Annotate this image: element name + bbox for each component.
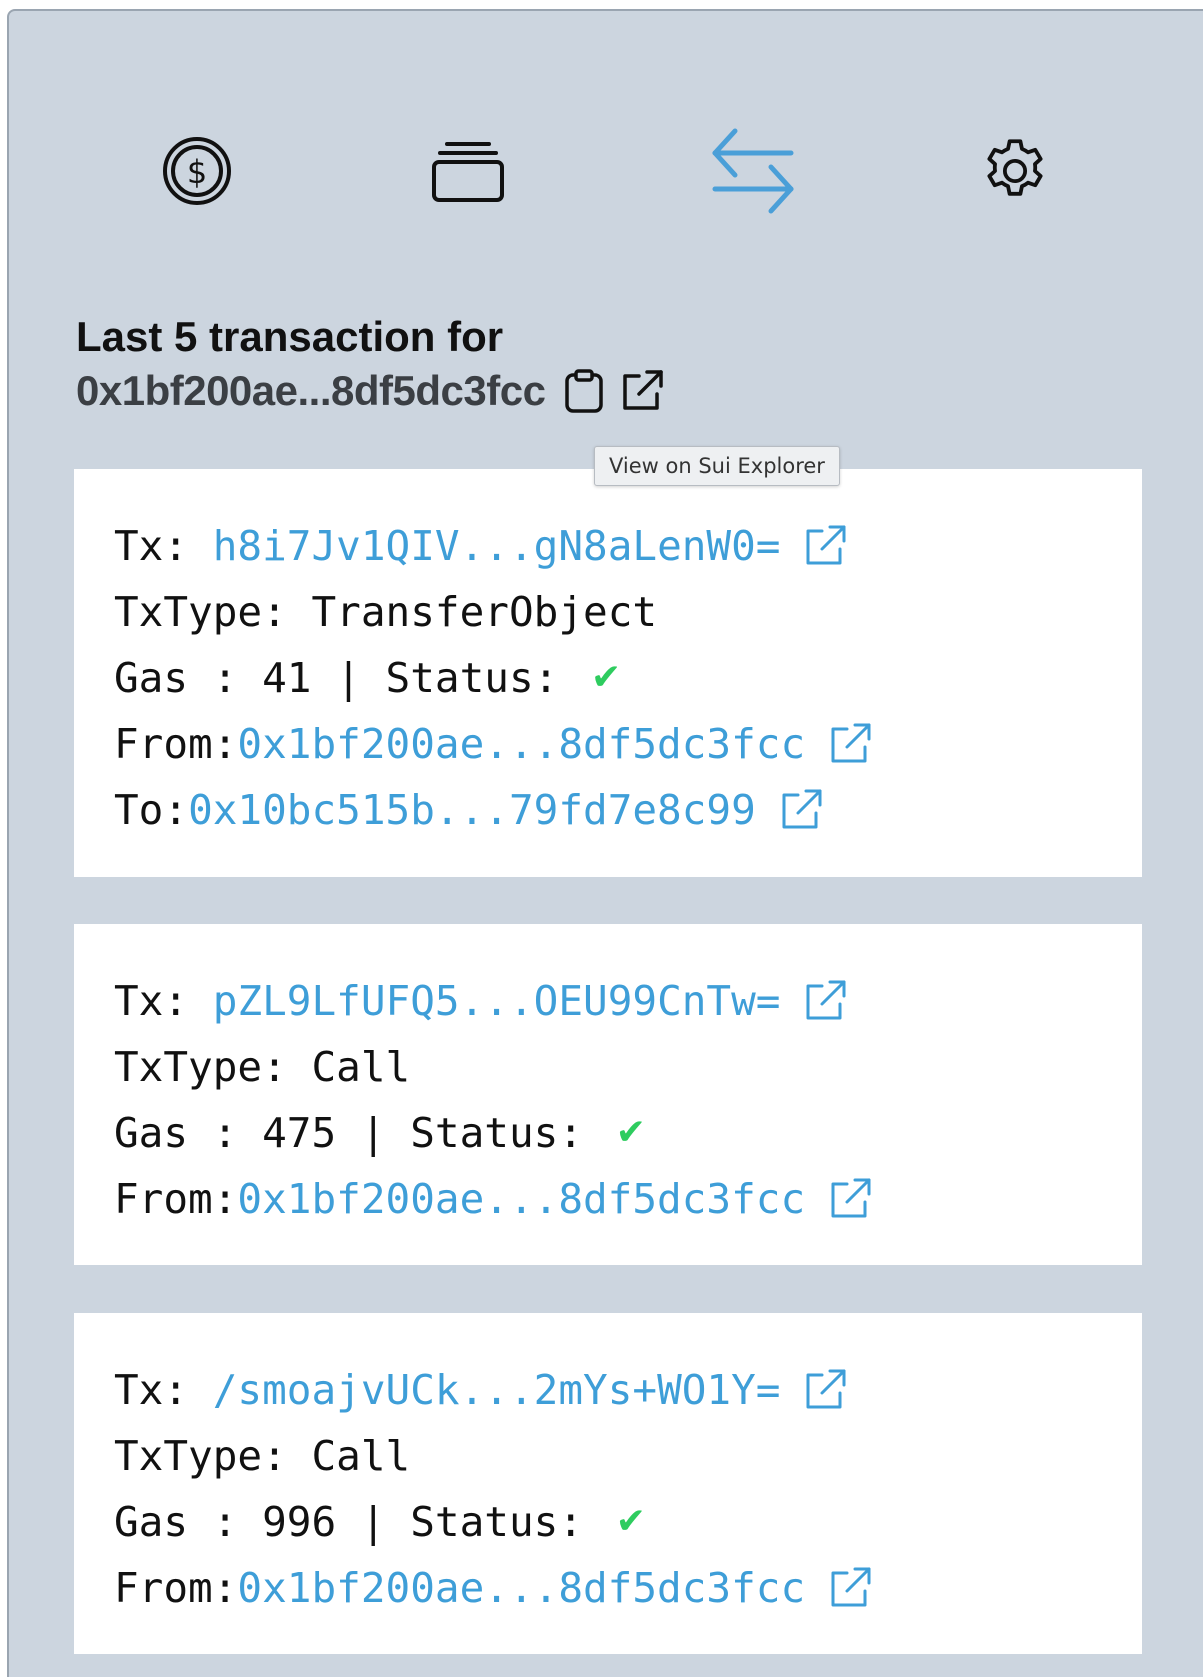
gas-label: Gas : [114,1109,263,1157]
from-label: From: [114,1564,238,1612]
tx-hash-row: Tx: /smoajvUCk...2mYs+WO1Y= [114,1357,1142,1423]
to-address-link[interactable]: 0x10bc515b...79fd7e8c99 [188,777,756,843]
from-address-link[interactable]: 0x1bf200ae...8df5dc3fcc [237,1555,805,1621]
tx-from-row: From: 0x1bf200ae...8df5dc3fcc [114,711,1142,777]
tx-label: Tx: [114,977,213,1025]
tx-explorer-button[interactable] [802,523,848,569]
transaction-card: Tx: h8i7Jv1QIV...gN8aLenW0= TxType: Tran… [74,469,1142,877]
status-label: | Status: [311,654,584,702]
stack-cards-icon [432,142,504,202]
tx-to-row: To: 0x10bc515b...79fd7e8c99 [114,777,1142,843]
nav-bar: $ [9,116,1203,226]
gas-value: 996 [262,1498,337,1546]
tx-label: Tx: [114,522,213,570]
tx-type-value: Call [311,1432,411,1480]
from-explorer-button[interactable] [827,721,873,767]
status-success-icon: ✔ [615,1112,646,1153]
external-link-icon [831,1178,871,1218]
tx-from-row: From: 0x1bf200ae...8df5dc3fcc [114,1555,1142,1621]
tx-hash-link[interactable]: /smoajvUCk...2mYs+WO1Y= [213,1357,781,1423]
gas-value: 475 [262,1109,337,1157]
tx-hash-link[interactable]: h8i7Jv1QIV...gN8aLenW0= [213,513,781,579]
clipboard-icon [565,369,604,413]
tx-gas-status-row: Gas : 475 | Status: ✔ [114,1100,1142,1166]
transaction-card: Tx: /smoajvUCk...2mYs+WO1Y= TxType: Call… [74,1313,1142,1654]
view-address-on-explorer-button[interactable] [619,368,665,414]
gear-icon [987,139,1043,196]
tx-label: Tx: [114,1366,213,1414]
status-success-icon: ✔ [615,1501,646,1542]
tx-hash-row: Tx: h8i7Jv1QIV...gN8aLenW0= [114,513,1142,579]
gas-label: Gas : [114,654,263,702]
nav-coins-button[interactable]: $ [142,116,252,226]
copy-address-button[interactable] [563,368,605,414]
nav-settings-button[interactable] [960,116,1070,226]
txtype-label: TxType: [114,1432,312,1480]
tx-type-row: TxType: Call [114,1034,1142,1100]
from-explorer-button[interactable] [827,1176,873,1222]
to-explorer-button[interactable] [778,787,824,833]
external-link-icon [831,723,871,763]
external-link-icon [623,370,664,410]
wallet-address: 0x1bf200ae...8df5dc3fcc [76,367,546,414]
tx-explorer-button[interactable] [802,1367,848,1413]
tx-type-row: TxType: TransferObject [114,579,1142,645]
nav-transactions-button[interactable] [698,116,808,226]
transactions-header: Last 5 transaction for 0x1bf200ae...8df5… [76,311,1076,419]
gas-value: 41 [262,654,312,702]
external-link-icon [806,980,846,1020]
external-link-icon [831,1567,871,1607]
explorer-tooltip: View on Sui Explorer [594,446,840,486]
to-label: To: [114,786,189,834]
tx-explorer-button[interactable] [802,978,848,1024]
tx-from-row: From: 0x1bf200ae...8df5dc3fcc [114,1166,1142,1232]
status-success-icon: ✔ [591,657,622,698]
from-address-link[interactable]: 0x1bf200ae...8df5dc3fcc [237,1166,805,1232]
gas-label: Gas : [114,1498,263,1546]
tx-type-row: TxType: Call [114,1423,1142,1489]
tx-hash-link[interactable]: pZL9LfUFQ5...OEU99CnTw= [213,968,781,1034]
tx-gas-status-row: Gas : 41 | Status: ✔ [114,645,1142,711]
page-title: Last 5 transaction for [76,313,504,360]
from-address-link[interactable]: 0x1bf200ae...8df5dc3fcc [237,711,805,777]
tx-gas-status-row: Gas : 996 | Status: ✔ [114,1489,1142,1555]
external-link-icon [806,1369,846,1409]
from-label: From: [114,1175,238,1223]
tx-type-value: Call [311,1043,411,1091]
txtype-label: TxType: [114,1043,312,1091]
tx-type-value: TransferObject [311,588,658,636]
external-link-icon [806,525,846,565]
status-label: | Status: [336,1498,608,1546]
header-address-row: 0x1bf200ae...8df5dc3fcc [76,363,1076,419]
arrows-left-right-icon [712,128,794,214]
txtype-label: TxType: [114,588,312,636]
external-link-icon [782,789,822,829]
from-explorer-button[interactable] [827,1565,873,1611]
tx-hash-row: Tx: pZL9LfUFQ5...OEU99CnTw= [114,968,1142,1034]
from-label: From: [114,720,238,768]
transaction-card: Tx: pZL9LfUFQ5...OEU99CnTw= TxType: Call… [74,924,1142,1265]
svg-text:$: $ [187,153,207,191]
nav-nfts-button[interactable] [413,116,523,226]
wallet-window: $ Last 5 transaction for 0x1bf200ae...8d… [7,9,1203,1677]
status-label: | Status: [336,1109,608,1157]
dollar-coin-icon: $ [163,137,231,205]
